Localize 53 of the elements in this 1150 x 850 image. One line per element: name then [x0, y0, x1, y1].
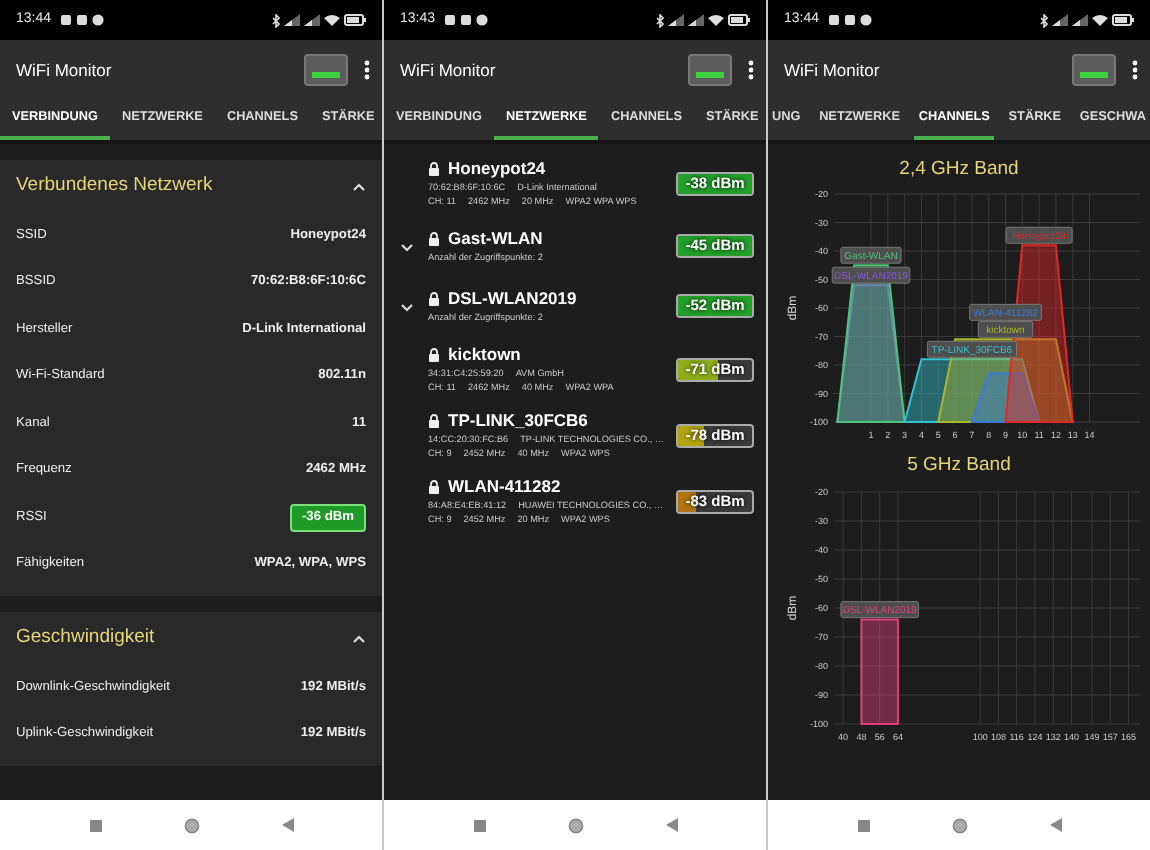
app-title: WiFi Monitor [16, 57, 114, 83]
wifi-icon [324, 14, 340, 26]
more-icon[interactable] [1132, 60, 1138, 80]
signal-icon [1072, 14, 1088, 26]
collapse-icon[interactable] [352, 181, 366, 191]
back-icon[interactable] [665, 818, 677, 832]
home-icon[interactable] [567, 817, 583, 833]
more-icon[interactable] [364, 60, 370, 80]
lock-icon [428, 232, 440, 246]
collapse-icon[interactable] [352, 633, 366, 643]
signal-icon [688, 14, 704, 26]
bluetooth-icon [656, 13, 664, 27]
chart-title: 5 GHz Band [905, 452, 1013, 481]
bluetooth-icon [1040, 13, 1048, 27]
wifi-icon [1092, 14, 1108, 26]
app-title: WiFi Monitor [784, 57, 882, 83]
bluetooth-icon [272, 13, 280, 27]
section-title: Geschwindigkeit [16, 623, 157, 652]
signal-meter-button[interactable] [304, 54, 348, 86]
home-icon[interactable] [951, 817, 967, 833]
home-icon[interactable] [183, 817, 199, 833]
signal-icon [284, 14, 300, 26]
more-icon[interactable] [748, 60, 754, 80]
lock-icon [428, 348, 440, 362]
app-title: WiFi Monitor [400, 57, 498, 83]
network-name: Gast-WLAN [448, 228, 543, 250]
expand-icon[interactable] [399, 301, 413, 311]
recents-icon[interactable] [857, 819, 869, 831]
recents-icon[interactable] [473, 819, 485, 831]
section-title: Verbundenes Netzwerk [16, 171, 215, 200]
battery-icon [344, 14, 366, 26]
network-name: Honeypot24 [448, 158, 546, 180]
back-icon[interactable] [281, 818, 293, 832]
lock-icon [428, 162, 440, 176]
signal-meter-button[interactable] [1072, 54, 1116, 86]
signal-icon [1052, 14, 1068, 26]
wifi-icon [708, 14, 724, 26]
signal-icon [668, 14, 684, 26]
lock-icon [428, 480, 440, 494]
battery-icon [728, 14, 750, 26]
signal-icon [304, 14, 320, 26]
network-name: TP-LINK_30FCB6 [448, 410, 588, 432]
lock-icon [428, 414, 440, 428]
signal-meter-button[interactable] [688, 54, 732, 86]
network-name: WLAN-411282 [448, 476, 561, 498]
network-name: kicktown [448, 344, 521, 366]
network-name: DSL-WLAN2019 [448, 288, 577, 310]
battery-icon [1112, 14, 1134, 26]
recents-icon[interactable] [89, 819, 101, 831]
lock-icon [428, 292, 440, 306]
chart-title: 2,4 GHz Band [897, 156, 1021, 184]
back-icon[interactable] [1049, 818, 1061, 832]
expand-icon[interactable] [399, 241, 413, 251]
